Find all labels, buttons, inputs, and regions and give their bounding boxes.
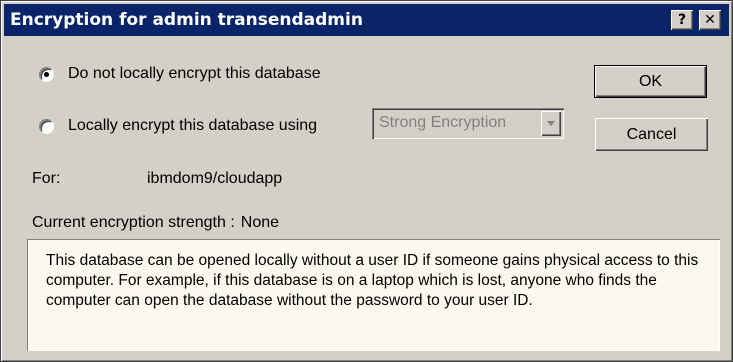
info-text: This database can be opened locally with… — [46, 252, 699, 309]
close-button[interactable]: ✕ — [699, 10, 721, 30]
window-title: Encryption for admin transendadmin — [10, 10, 363, 30]
ok-button[interactable]: OK — [594, 65, 707, 98]
strength-value: None — [240, 214, 280, 231]
radio-encrypt-label[interactable]: Locally encrypt this database using — [68, 117, 317, 135]
for-label: For: — [32, 170, 61, 187]
database-path: ibmdom9/cloudapp — [147, 170, 283, 187]
encryption-dialog: Encryption for admin transendadmin ? ✕ D… — [0, 0, 733, 362]
radio-unselected-icon[interactable] — [39, 119, 54, 134]
cancel-button[interactable]: Cancel — [595, 118, 708, 151]
radio-no-encrypt-label[interactable]: Do not locally encrypt this database — [68, 65, 321, 83]
title-bar[interactable]: Encryption for admin transendadmin ? ✕ — [4, 4, 729, 36]
encryption-type-value: Strong Encryption — [379, 114, 507, 131]
help-button[interactable]: ? — [671, 10, 693, 30]
dropdown-arrow-icon — [541, 111, 561, 136]
encryption-strength: Current encryption strength : None — [32, 214, 279, 232]
radio-selected-icon[interactable] — [39, 67, 54, 82]
encryption-type-select: Strong Encryption — [372, 108, 564, 139]
strength-label: Current encryption strength : — [32, 214, 235, 231]
info-panel: This database can be opened locally with… — [27, 239, 720, 351]
